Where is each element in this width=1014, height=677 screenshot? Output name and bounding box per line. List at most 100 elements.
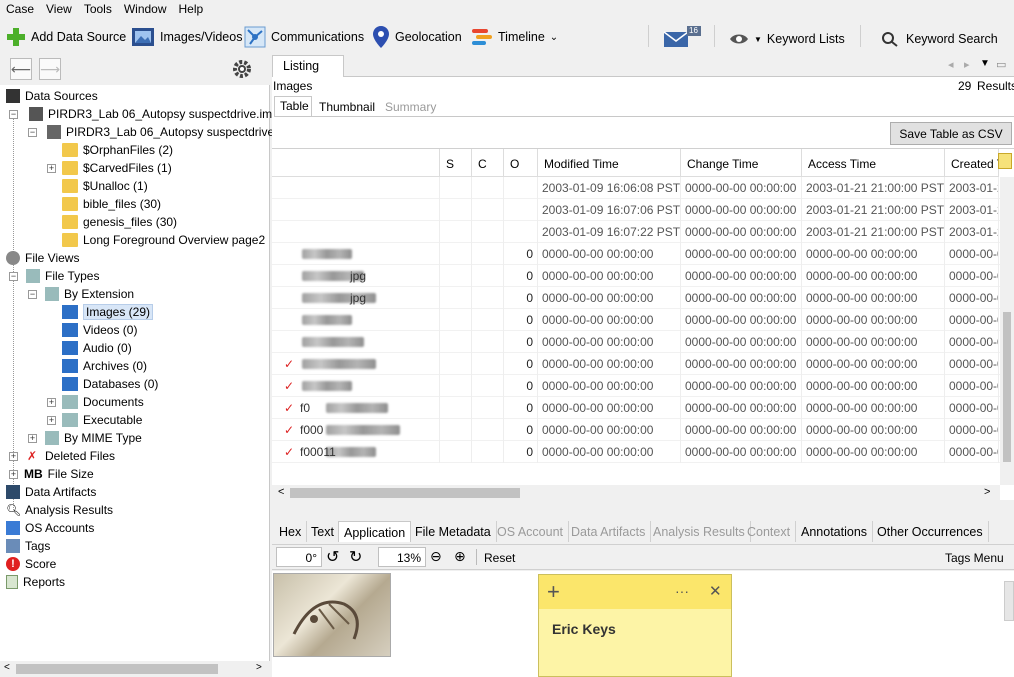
table-row[interactable]: 0 0000-00-00 00:00:00 0000-00-00 00:00:00 0…: [272, 331, 1000, 353]
table-horizontal-scrollbar[interactable]: < >: [272, 485, 1000, 501]
rotation-field[interactable]: 0°: [276, 547, 322, 567]
back-arrow-icon[interactable]: ⟵: [10, 58, 32, 80]
tree-carved-files[interactable]: $CarvedFiles (1): [62, 159, 172, 177]
sticky-note-text[interactable]: Eric Keys: [552, 621, 616, 637]
tab-analysis-results[interactable]: Analysis Results: [648, 521, 751, 542]
table-row[interactable]: ✓ f00011 0 0000-00-00 00:00:00 0000-00-00 00…: [272, 441, 1000, 463]
tree-by-extension[interactable]: By Extension: [45, 285, 134, 303]
column-header-modified[interactable]: Modified Time: [538, 149, 681, 177]
collapse-toggle[interactable]: −: [9, 110, 18, 119]
menu-case[interactable]: Case: [0, 0, 40, 18]
collapse-toggle[interactable]: −: [28, 128, 37, 137]
menu-window[interactable]: Window: [118, 0, 173, 18]
scroll-right-icon[interactable]: >: [256, 662, 262, 673]
scroll-left-icon[interactable]: <: [4, 662, 10, 673]
collapse-toggle[interactable]: −: [9, 272, 18, 281]
column-header-access[interactable]: Access Time: [802, 149, 945, 177]
zoom-field[interactable]: 13%: [378, 547, 426, 567]
tree-long-foreground[interactable]: Long Foreground Overview page2: [62, 231, 265, 249]
tree-file-views[interactable]: File Views: [6, 249, 79, 267]
tree-tags[interactable]: Tags: [6, 537, 50, 555]
tab-hex[interactable]: Hex: [274, 521, 308, 542]
table-row[interactable]: ✓ f0 0 0000-00-00 00:00:00 0000-00-00 00:00:…: [272, 397, 1000, 419]
menu-help[interactable]: Help: [173, 0, 210, 18]
tab-scroll-left-icon[interactable]: ◂: [948, 58, 954, 71]
tree-bible-files[interactable]: bible_files (30): [62, 195, 161, 213]
tree-data-artifacts[interactable]: Data Artifacts: [6, 483, 96, 501]
zoom-in-icon[interactable]: ⊕: [454, 548, 466, 565]
scrollbar-thumb[interactable]: [1003, 312, 1011, 462]
expand-toggle[interactable]: +: [47, 164, 56, 173]
table-row[interactable]: 2003-01-09 16:07:22 PST 0000-00-00 00:00:…: [272, 221, 1000, 243]
tree-image-file[interactable]: PIRDR3_Lab 06_Autopsy suspectdrive.img: [29, 105, 279, 123]
table-row[interactable]: jpg 0 0000-00-00 00:00:00 0000-00-00 00:00:…: [272, 265, 1000, 287]
expand-toggle[interactable]: +: [47, 416, 56, 425]
tree-file-types[interactable]: File Types: [26, 267, 99, 285]
rotate-right-icon[interactable]: ↻: [349, 547, 362, 567]
save-table-csv-button[interactable]: Save Table as CSV: [890, 122, 1012, 145]
geolocation-button[interactable]: Geolocation: [372, 25, 462, 49]
table-row[interactable]: 2003-01-09 16:06:08 PST 0000-00-00 00:00:…: [272, 177, 1000, 199]
tree-volume[interactable]: PIRDR3_Lab 06_Autopsy suspectdrive.i: [47, 123, 280, 141]
viewer-vertical-scrollbar[interactable]: [1004, 581, 1014, 621]
keyword-lists-button[interactable]: ▼ Keyword Lists: [729, 27, 845, 51]
tab-thumbnail[interactable]: Thumbnail: [314, 98, 380, 116]
tree-deleted-files[interactable]: ✗ Deleted Files: [24, 447, 115, 465]
tree-analysis-results[interactable]: 🔍︎ Analysis Results: [6, 501, 113, 519]
table-row[interactable]: 0 0000-00-00 00:00:00 0000-00-00 00:00:00 0…: [272, 309, 1000, 331]
more-options-icon[interactable]: ···: [675, 583, 689, 599]
plus-icon[interactable]: +: [547, 579, 560, 605]
tree-genesis-files[interactable]: genesis_files (30): [62, 213, 177, 231]
tags-menu-button[interactable]: Tags Menu: [945, 551, 1004, 565]
column-header-change[interactable]: Change Time: [681, 149, 802, 177]
tab-summary[interactable]: Summary: [380, 98, 441, 116]
tab-annotations[interactable]: Annotations: [796, 521, 874, 542]
tree-file-size[interactable]: MB File Size: [24, 465, 94, 483]
tree-reports[interactable]: Reports: [6, 573, 65, 591]
tree-videos[interactable]: Videos (0): [62, 321, 137, 339]
tree-executable[interactable]: Executable: [62, 411, 142, 429]
tab-context[interactable]: Context: [742, 521, 797, 542]
tab-text[interactable]: Text: [306, 521, 340, 542]
tab-data-artifacts[interactable]: Data Artifacts: [566, 521, 652, 542]
tree-data-sources[interactable]: Data Sources: [6, 87, 98, 105]
rotate-left-icon[interactable]: ↺: [326, 547, 339, 567]
tree-databases[interactable]: Databases (0): [62, 375, 158, 393]
tab-os-account[interactable]: OS Account: [492, 521, 570, 542]
tree-unalloc[interactable]: $Unalloc (1): [62, 177, 148, 195]
communications-button[interactable]: Communications: [244, 25, 364, 49]
tab-application[interactable]: Application: [338, 521, 412, 542]
menu-tools[interactable]: Tools: [78, 0, 118, 18]
tab-list-icon[interactable]: ▼: [980, 58, 990, 69]
table-row[interactable]: 2003-01-09 16:07:06 PST 0000-00-00 00:00:…: [272, 199, 1000, 221]
table-row[interactable]: ✓ f000 0 0000-00-00 00:00:00 0000-00-00 00:0…: [272, 419, 1000, 441]
tab-listing[interactable]: Listing: [272, 55, 344, 77]
expand-toggle[interactable]: +: [9, 452, 18, 461]
table-row[interactable]: jpg 0 0000-00-00 00:00:00 0000-00-00 00:00:…: [272, 287, 1000, 309]
close-icon[interactable]: ✕: [709, 582, 722, 600]
timeline-button[interactable]: Timeline ⌄: [471, 25, 558, 49]
table-row[interactable]: ✓ 0 0000-00-00 00:00:00 0000-00-00 00:00:00…: [272, 375, 1000, 397]
column-header-c[interactable]: C: [472, 149, 504, 177]
column-chooser-icon[interactable]: [998, 153, 1012, 169]
table-vertical-scrollbar[interactable]: [1000, 177, 1014, 485]
column-header-s[interactable]: S: [440, 149, 472, 177]
collapse-toggle[interactable]: −: [28, 290, 37, 299]
column-header-created[interactable]: Created T: [945, 149, 999, 177]
scrollbar-thumb[interactable]: [290, 488, 520, 498]
tab-other-occurrences[interactable]: Other Occurrences: [872, 521, 989, 542]
messages-button[interactable]: 16: [662, 25, 702, 49]
expand-toggle[interactable]: +: [9, 470, 18, 479]
expand-toggle[interactable]: +: [28, 434, 37, 443]
tab-table[interactable]: Table: [274, 96, 312, 116]
maximize-icon[interactable]: ▭: [996, 58, 1006, 71]
tree-horizontal-scrollbar[interactable]: < >: [0, 661, 270, 677]
gear-icon[interactable]: [231, 58, 253, 80]
keyword-search-button[interactable]: Keyword Search: [881, 27, 998, 51]
scroll-left-icon[interactable]: <: [278, 486, 284, 498]
add-data-source-button[interactable]: Add Data Source: [6, 25, 126, 49]
table-row[interactable]: ✓ 0 0000-00-00 00:00:00 0000-00-00 00:00:00…: [272, 353, 1000, 375]
tree-documents[interactable]: Documents: [62, 393, 144, 411]
tree-orphan-files[interactable]: $OrphanFiles (2): [62, 141, 173, 159]
tree-score[interactable]: ! Score: [6, 555, 56, 573]
